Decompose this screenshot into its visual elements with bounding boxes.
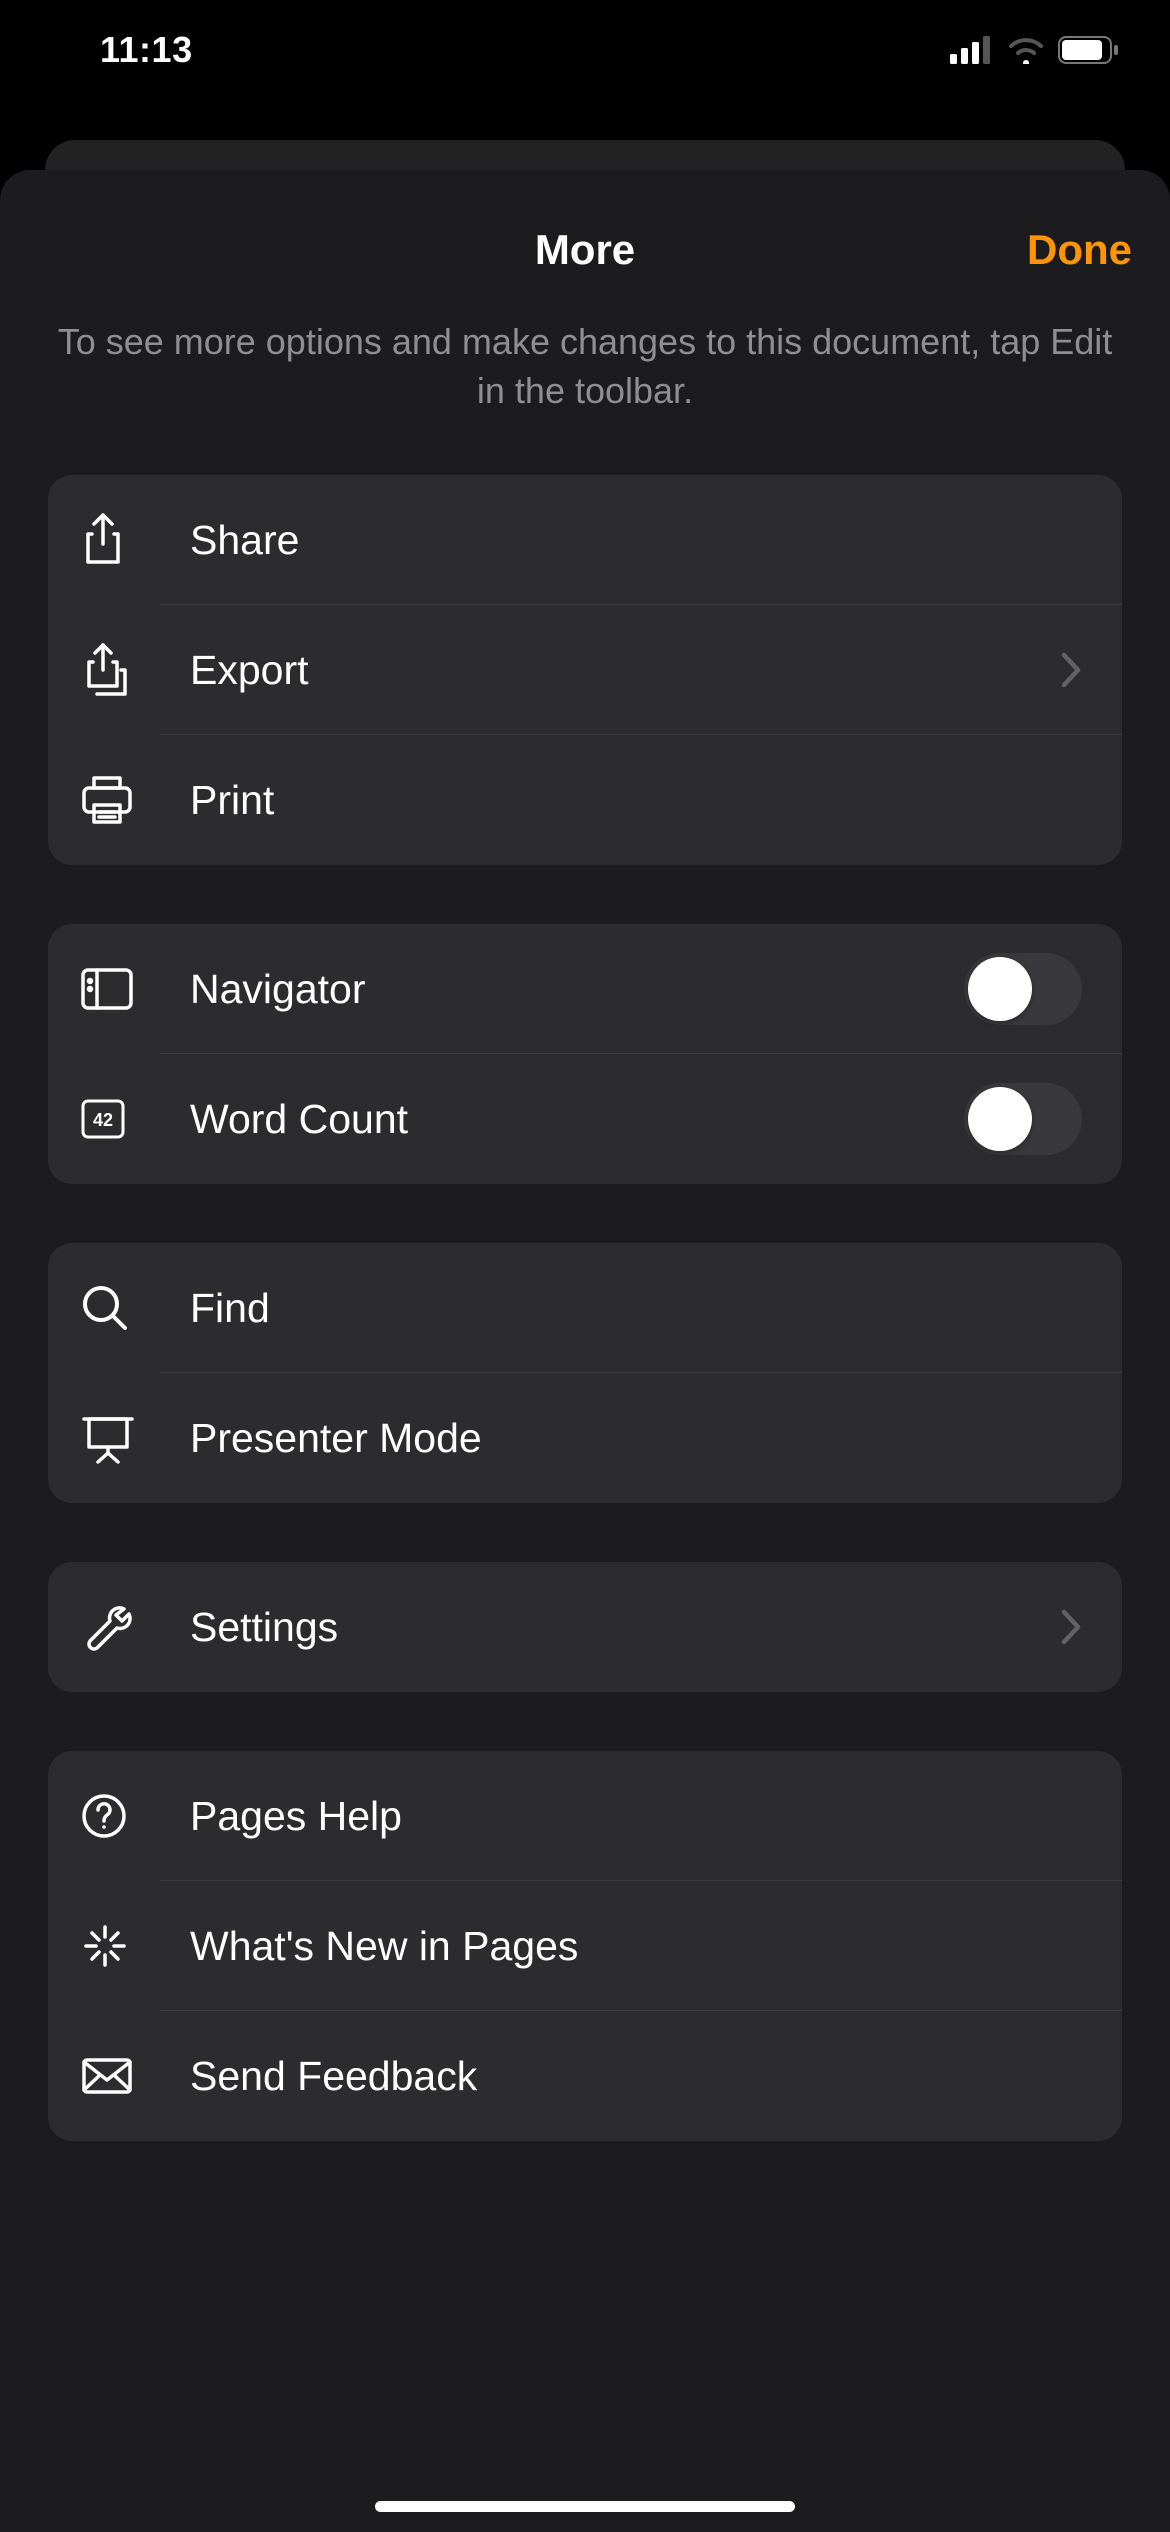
toggle-knob — [968, 957, 1032, 1021]
sheet-header: More Done — [0, 210, 1170, 290]
wifi-icon — [1006, 36, 1046, 64]
settings-row[interactable]: Settings — [48, 1562, 1122, 1692]
help-icon — [80, 1792, 160, 1840]
hint-text: To see more options and make changes to … — [0, 290, 1170, 435]
navigator-label: Navigator — [190, 966, 964, 1013]
group-navigator-wordcount: Navigator 42 Word Count — [48, 924, 1122, 1184]
help-label: Pages Help — [190, 1793, 1082, 1840]
whatsnew-row[interactable]: What's New in Pages — [48, 1881, 1122, 2011]
help-row[interactable]: Pages Help — [48, 1751, 1122, 1881]
print-label: Print — [190, 777, 1082, 824]
find-label: Find — [190, 1285, 1082, 1332]
whatsnew-label: What's New in Pages — [190, 1923, 1082, 1970]
battery-icon — [1058, 36, 1120, 64]
chevron-right-icon — [1060, 651, 1082, 689]
navigator-toggle[interactable] — [964, 953, 1082, 1025]
export-row[interactable]: Export — [48, 605, 1122, 735]
share-icon — [80, 512, 160, 568]
export-label: Export — [190, 647, 1060, 694]
wordcount-toggle[interactable] — [964, 1083, 1082, 1155]
presenter-row[interactable]: Presenter Mode — [48, 1373, 1122, 1503]
sparkle-icon — [80, 1921, 160, 1971]
presenter-label: Presenter Mode — [190, 1415, 1082, 1462]
home-indicator[interactable] — [375, 2501, 795, 2512]
settings-label: Settings — [190, 1604, 1060, 1651]
group-help: Pages Help What's New in Pages — [48, 1751, 1122, 2141]
export-icon — [80, 642, 160, 698]
find-row[interactable]: Find — [48, 1243, 1122, 1373]
status-bar: 11:13 — [0, 0, 1170, 100]
navigator-icon — [80, 967, 160, 1011]
feedback-label: Send Feedback — [190, 2053, 1082, 2100]
print-row[interactable]: Print — [48, 735, 1122, 865]
print-icon — [80, 775, 160, 825]
wordcount-label: Word Count — [190, 1096, 964, 1143]
group-settings: Settings — [48, 1562, 1122, 1692]
wrench-icon — [80, 1601, 160, 1653]
share-label: Share — [190, 517, 1082, 564]
group-find-presenter: Find Presenter Mode — [48, 1243, 1122, 1503]
wordcount-row[interactable]: 42 Word Count — [48, 1054, 1122, 1184]
navigator-row[interactable]: Navigator — [48, 924, 1122, 1054]
search-icon — [80, 1283, 160, 1333]
status-time: 11:13 — [100, 29, 193, 71]
more-sheet: More Done To see more options and make c… — [0, 170, 1170, 2532]
sheet-title: More — [535, 226, 635, 274]
done-button[interactable]: Done — [1027, 226, 1132, 274]
svg-text:42: 42 — [93, 1110, 113, 1130]
cellular-icon — [950, 36, 994, 64]
toggle-knob — [968, 1087, 1032, 1151]
envelope-icon — [80, 2056, 160, 2096]
feedback-row[interactable]: Send Feedback — [48, 2011, 1122, 2141]
group-share-export-print: Share Export — [48, 475, 1122, 865]
presenter-icon — [80, 1411, 160, 1465]
share-row[interactable]: Share — [48, 475, 1122, 605]
status-icons — [950, 36, 1120, 64]
chevron-right-icon — [1060, 1608, 1082, 1646]
wordcount-icon: 42 — [80, 1098, 160, 1140]
